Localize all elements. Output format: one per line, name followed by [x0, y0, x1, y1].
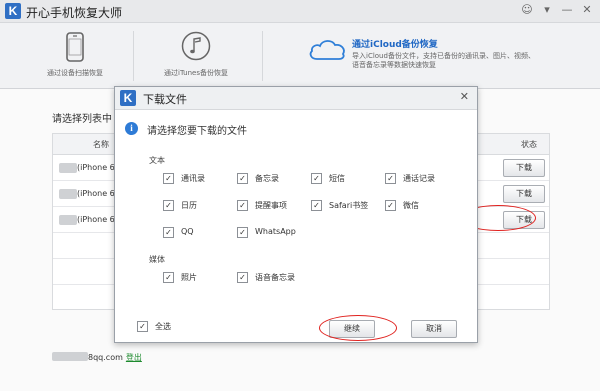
- column-header-status: 状态: [521, 140, 537, 149]
- redacted-text: [59, 189, 77, 199]
- checkbox[interactable]: ✓: [163, 272, 174, 283]
- phone-icon: [66, 32, 84, 62]
- mode-itunes-backup[interactable]: 通过iTunes备份恢复: [140, 23, 252, 88]
- dialog-close-icon[interactable]: ✕: [460, 90, 469, 103]
- cancel-button[interactable]: 取消: [411, 320, 457, 338]
- option-label: Safari书签: [329, 201, 369, 210]
- option-label: 提醒事项: [255, 201, 287, 210]
- option-label: 通话记录: [403, 174, 435, 183]
- checkbox[interactable]: ✓: [385, 200, 396, 211]
- redacted-text: [59, 163, 77, 173]
- redacted-text: [52, 352, 88, 361]
- select-all-checkbox[interactable]: ✓: [137, 321, 148, 332]
- window-controls: ☺ ▾ — ✕: [520, 3, 594, 17]
- menu-dropdown-icon[interactable]: ▾: [540, 3, 554, 17]
- section-text-label: 文本: [149, 156, 165, 165]
- dialog-title: 下载文件: [143, 93, 187, 106]
- music-note-icon: [181, 31, 211, 61]
- mode-icloud-desc-line: 导入iCloud备份文件，支持已备份的通讯录、图片、视频、: [352, 52, 535, 60]
- checkbox[interactable]: ✓: [163, 227, 174, 238]
- option-label: 日历: [181, 201, 197, 210]
- cloud-icon: [309, 40, 345, 60]
- app-logo-icon: K: [5, 3, 21, 19]
- checkbox[interactable]: ✓: [163, 200, 174, 211]
- mode-toolbar: 通过设备扫描恢复 通过iTunes备份恢复 通过iCloud备份恢复 导入iCl…: [0, 23, 600, 89]
- account-info: 8qq.com 登出: [52, 352, 142, 363]
- checkbox[interactable]: ✓: [237, 173, 248, 184]
- device-name: (iPhone 6): [77, 189, 118, 198]
- download-dialog: K 下载文件 ✕ i 请选择您要下载的文件 文本 ✓ 通讯录 ✓ 备忘录 ✓ 短…: [114, 86, 478, 343]
- app-title: 开心手机恢复大师: [26, 6, 123, 20]
- account-email: 8qq.com: [88, 353, 123, 362]
- info-icon: i: [125, 122, 138, 135]
- mode-device-scan-label: 通过设备扫描恢复: [47, 69, 103, 77]
- select-all-label: 全选: [155, 322, 171, 331]
- option-label: 语音备忘录: [255, 273, 295, 282]
- checkbox[interactable]: ✓: [237, 227, 248, 238]
- title-bar: K 开心手机恢复大师 ☺ ▾ — ✕: [0, 0, 600, 23]
- dialog-logo-icon: K: [120, 90, 136, 106]
- option-label: 微信: [403, 201, 419, 210]
- mode-itunes-backup-label: 通过iTunes备份恢复: [164, 69, 228, 77]
- mode-icloud-desc-line: 语音备忘录等数据快速恢复: [352, 61, 436, 69]
- option-label: 短信: [329, 174, 345, 183]
- dialog-prompt: 请选择您要下载的文件: [147, 126, 247, 137]
- annotation-ellipse: [319, 315, 397, 341]
- minimize-icon[interactable]: —: [560, 3, 574, 17]
- mode-divider: [262, 31, 263, 81]
- chat-icon[interactable]: ☺: [520, 3, 534, 17]
- option-label: WhatsApp: [255, 227, 296, 236]
- checkbox[interactable]: ✓: [163, 173, 174, 184]
- option-label: 照片: [181, 273, 197, 282]
- dialog-header: K 下载文件 ✕: [115, 87, 477, 110]
- checkbox[interactable]: ✓: [311, 173, 322, 184]
- section-media-label: 媒体: [149, 255, 165, 264]
- checkbox[interactable]: ✓: [311, 200, 322, 211]
- redacted-text: [59, 215, 77, 225]
- option-label: 通讯录: [181, 174, 205, 183]
- download-button[interactable]: 下载: [503, 185, 545, 203]
- logout-link[interactable]: 登出: [126, 353, 142, 362]
- checkbox[interactable]: ✓: [385, 173, 396, 184]
- mode-icloud-description: 导入iCloud备份文件，支持已备份的通讯录、图片、视频、 语音备忘录等数据快速…: [352, 52, 592, 70]
- mode-device-scan[interactable]: 通过设备扫描恢复: [20, 23, 130, 88]
- mode-icloud-title: 通过iCloud备份恢复: [352, 40, 438, 50]
- option-label: QQ: [181, 227, 194, 236]
- close-window-icon[interactable]: ✕: [580, 3, 594, 17]
- device-name: (iPhone 6): [77, 215, 118, 224]
- instruction-text: 请选择列表中: [52, 114, 112, 125]
- checkbox[interactable]: ✓: [237, 200, 248, 211]
- checkbox[interactable]: ✓: [237, 272, 248, 283]
- option-label: 备忘录: [255, 174, 279, 183]
- mode-divider: [133, 31, 134, 81]
- download-button[interactable]: 下载: [503, 159, 545, 177]
- column-header-name: 名称: [93, 140, 109, 149]
- device-name: (iPhone 6): [77, 163, 118, 172]
